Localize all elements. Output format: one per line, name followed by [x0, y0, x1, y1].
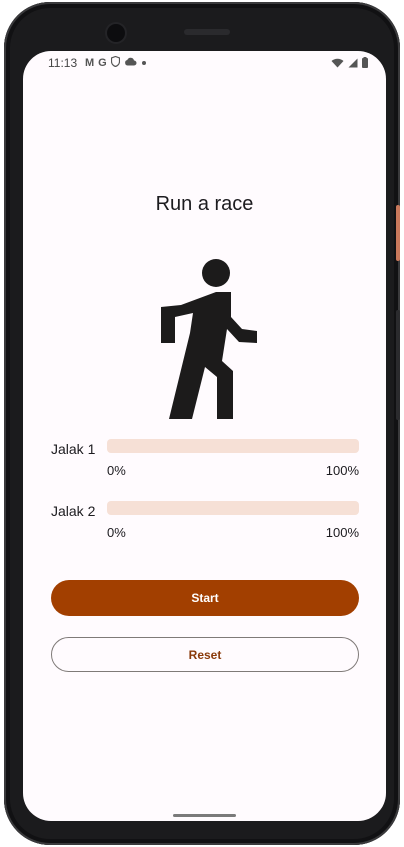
system-icons — [331, 57, 368, 71]
racer-name-1: Jalak 1 — [51, 441, 96, 457]
front-camera — [107, 24, 125, 42]
battery-icon — [362, 57, 368, 71]
volume-button — [396, 310, 400, 420]
cloud-icon — [124, 57, 137, 69]
dot-icon — [141, 57, 147, 69]
page-title: Run a race — [155, 193, 254, 215]
progress-min-label-1: 0% — [107, 463, 126, 478]
walking-person-icon — [161, 259, 257, 419]
status-bar: 11:13 M G — [23, 51, 386, 75]
signal-icon — [348, 57, 358, 71]
shield-icon — [110, 55, 120, 70]
progress-max-label-2: 100% — [325, 525, 359, 540]
progress-min-label-2: 0% — [107, 525, 126, 540]
race-progress-track-1 — [107, 439, 359, 453]
progress-max-label-1: 100% — [325, 463, 359, 478]
device-frame: 11:13 M G Run a race Jalak 1 0% 100% Jal… — [4, 2, 400, 845]
notification-icons: M G — [85, 55, 147, 70]
home-indicator[interactable] — [173, 814, 236, 817]
reset-button[interactable]: Reset — [51, 637, 359, 672]
start-button[interactable]: Start — [51, 580, 359, 616]
power-button — [396, 205, 400, 261]
earpiece-speaker — [184, 29, 230, 35]
race-progress-track-2 — [107, 501, 359, 515]
app-screen: 11:13 M G Run a race Jalak 1 0% 100% Jal… — [23, 51, 386, 821]
status-time: 11:13 — [48, 56, 78, 70]
google-icon: G — [98, 57, 107, 69]
racer-name-2: Jalak 2 — [51, 503, 96, 519]
wifi-icon — [331, 57, 344, 71]
gmail-icon: M — [85, 57, 95, 69]
